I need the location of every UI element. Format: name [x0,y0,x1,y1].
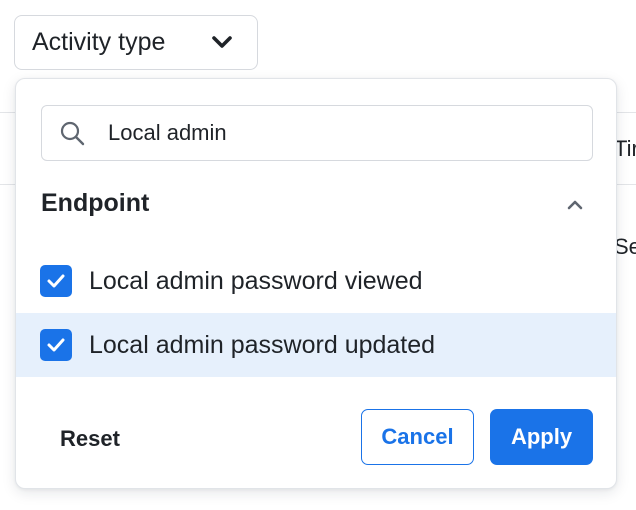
option-password-updated[interactable]: Local admin password updated [16,313,616,377]
option-label: Local admin password updated [89,330,436,359]
reset-button[interactable]: Reset [46,411,134,467]
option-label: Local admin password viewed [89,266,423,295]
chevron-up-icon[interactable] [566,199,584,211]
option-password-viewed[interactable]: Local admin password viewed [16,249,616,313]
checkmark-icon [47,274,65,288]
cancel-button[interactable]: Cancel [361,409,474,465]
background-cell-text: Se [614,234,636,259]
activity-type-dropdown: Local admin Endpoint Local admin passwor… [15,78,617,489]
search-input[interactable]: Local admin [41,105,593,161]
chevron-down-icon [212,36,232,48]
checkbox-password-viewed[interactable] [40,265,72,297]
apply-button[interactable]: Apply [490,409,593,465]
search-icon [60,121,85,146]
page: Tir Se Activity type Local admin Endpoin… [0,0,636,510]
group-title-endpoint: Endpoint [41,189,150,217]
activity-type-label: Activity type [32,28,166,56]
search-value: Local admin [108,120,227,145]
activity-type-filter-button[interactable]: Activity type [14,15,258,70]
checkmark-icon [47,338,65,352]
background-column-header: Tir [614,136,636,161]
checkbox-password-updated[interactable] [40,329,72,361]
